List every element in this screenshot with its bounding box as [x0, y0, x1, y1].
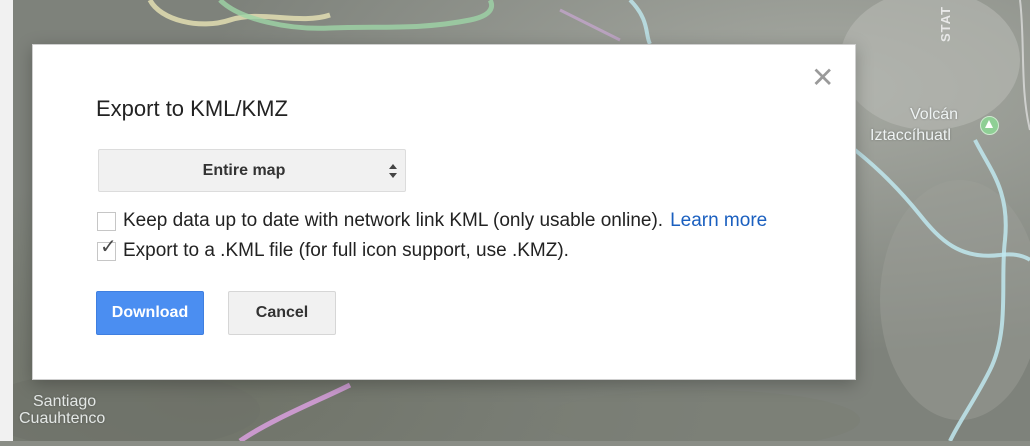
map-label-town: Santiago: [33, 393, 96, 410]
dialog-title: Export to KML/KMZ: [96, 96, 288, 121]
volcano-label-line1: Volcán: [910, 106, 959, 123]
map-label-town-name: Cuauhtenco: [19, 410, 105, 427]
map-label-volcano: Volcán: [910, 106, 958, 123]
kml-file-checkbox[interactable]: ✓: [97, 237, 117, 261]
network-link-label: Keep data up to date with network link K…: [123, 210, 664, 231]
cancel-button[interactable]: Cancel: [228, 291, 336, 335]
kml-file-option: ✓ Export to a .KML file (for full icon s…: [97, 237, 569, 263]
learn-more-link[interactable]: Learn more: [670, 210, 767, 232]
export-kml-dialog: ✕ Export to KML/KMZ Entire map Keep data…: [32, 44, 856, 380]
town-label-line1: Santiago: [33, 393, 97, 410]
export-scope-value: Entire map: [202, 162, 286, 179]
town-label-line2: Cuauhtenco: [19, 410, 106, 427]
export-scope-select[interactable]: Entire map: [98, 149, 406, 192]
close-icon[interactable]: ✕: [811, 63, 834, 93]
kml-file-label: Export to a .KML file (for full icon sup…: [123, 240, 569, 261]
volcano-peak-icon[interactable]: [980, 116, 999, 135]
volcano-label-line2: Iztaccíhuatl: [870, 127, 951, 144]
map-road-label: STAT: [938, 5, 953, 42]
network-link-checkbox[interactable]: [97, 211, 116, 231]
checkmark-icon: ✓: [100, 235, 117, 258]
select-arrows-icon: [389, 164, 397, 178]
map-label-volcano-name: Iztaccíhuatl: [870, 127, 951, 144]
map-left-edge: [0, 0, 13, 441]
download-button[interactable]: Download: [96, 291, 204, 335]
network-link-option: Keep data up to date with network link K…: [97, 209, 767, 233]
